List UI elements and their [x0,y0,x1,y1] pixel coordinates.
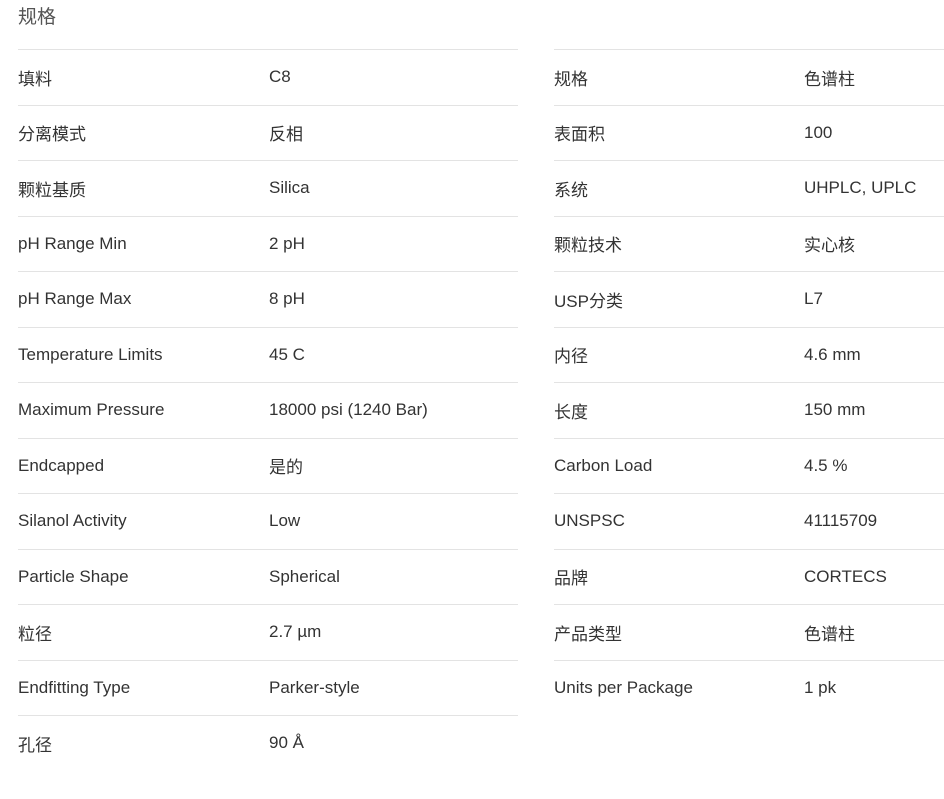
spec-value: CORTECS [804,566,887,586]
spec-value: Silica [269,178,310,198]
section-title: 规格 [18,6,57,28]
spec-value: 41115709 [804,511,878,531]
spec-row-silanol-activity: Silanol Activity Low [18,493,518,549]
spec-row-particle-substrate: 颗粒基质 Silica [18,160,518,216]
spec-row-surface-area: 表面积 100 [554,104,944,161]
spec-row-format: 规格 色谱柱 [554,49,944,105]
spec-value: 45 C [269,344,305,364]
spec-value: C8 [269,67,291,87]
spec-label: 粒径 [18,624,52,644]
spec-label: 规格 [554,69,588,89]
spec-table-left: 填料 C8 分离模式 反相 颗粒基质 Silica pH Range Min 2… [18,49,518,771]
spec-table-right: 规格 色谱柱 表面积 100 系统 UHPLC, UPLC 颗粒技术 实心核 U… [554,49,944,715]
spec-label: Temperature Limits [18,344,163,364]
spec-row-separation-mode: 分离模式 反相 [18,104,518,161]
spec-value: 8 pH [269,289,305,309]
spec-label: pH Range Max [18,289,132,309]
spec-label: Carbon Load [554,455,653,475]
spec-row-ph-max: pH Range Max 8 pH [18,271,518,327]
spec-row-product-type: 产品类型 色谱柱 [554,604,944,660]
spec-label: 分离模式 [18,125,86,145]
spec-row-particle-shape: Particle Shape Spherical [18,548,518,605]
spec-value: Parker-style [269,677,360,697]
spec-value: 4.5 % [804,455,848,475]
spec-value: 色谱柱 [804,69,855,89]
spec-value: 4.6 mm [804,344,861,364]
spec-row-carbon-load: Carbon Load 4.5 % [554,437,944,494]
spec-value: UHPLC, UPLC [804,178,917,198]
spec-label: 颗粒基质 [18,180,86,200]
spec-row-particle-technology: 颗粒技术 实心核 [554,215,944,272]
spec-value: L7 [804,289,823,309]
spec-label: Maximum Pressure [18,400,165,420]
spec-label: 孔径 [18,735,52,755]
spec-row-pore-size: 孔径 90 Å [18,715,518,771]
spec-row-maximum-pressure: Maximum Pressure 18000 psi (1240 Bar) [18,382,518,438]
spec-label: 品牌 [554,569,588,589]
spec-row-brand: 品牌 CORTECS [554,548,944,605]
spec-row-length: 长度 150 mm [554,382,944,438]
spec-row-inner-diameter: 内径 4.6 mm [554,326,944,383]
spec-value: 色谱柱 [804,624,855,644]
spec-label: UNSPSC [554,511,625,531]
spec-label: Silanol Activity [18,511,127,531]
spec-label: 表面积 [554,125,605,145]
spec-value: 90 Å [269,733,304,753]
spec-label: 产品类型 [554,624,622,644]
spec-value: 反相 [269,125,303,145]
spec-row-particle-size: 粒径 2.7 µm [18,604,518,660]
spec-label: USP分类 [554,291,623,311]
spec-label: pH Range Min [18,233,127,253]
spec-row-endcapped: Endcapped 是的 [18,437,518,494]
spec-label: 填料 [18,69,52,89]
spec-value: 100 [804,122,833,142]
spec-row-endfitting-type: Endfitting Type Parker-style [18,659,518,716]
spec-label: 内径 [554,347,588,367]
spec-label: Units per Package [554,677,693,697]
spec-row-usp-classification: USP分类 L7 [554,271,944,327]
spec-value: 实心核 [804,236,855,256]
spec-row-system: 系统 UHPLC, UPLC [554,160,944,216]
spec-label: 系统 [554,180,588,200]
spec-label: Particle Shape [18,566,129,586]
spec-row-temperature-limits: Temperature Limits 45 C [18,326,518,383]
spec-value: 1 pk [804,677,837,697]
spec-value: Spherical [269,566,340,586]
spec-value: 2 pH [269,233,305,253]
spec-label: 长度 [554,402,588,422]
spec-label: 颗粒技术 [554,236,622,256]
spec-row-packing: 填料 C8 [18,49,518,105]
spec-value: Low [269,511,301,531]
spec-value: 18000 psi (1240 Bar) [269,400,428,420]
spec-row-ph-min: pH Range Min 2 pH [18,215,518,272]
spec-row-units-per-package: Units per Package 1 pk [554,659,944,716]
spec-label: Endfitting Type [18,677,131,697]
spec-label: Endcapped [18,455,105,475]
spec-value: 是的 [269,458,303,478]
spec-value: 150 mm [804,400,866,420]
spec-row-unspsc: UNSPSC 41115709 [554,493,944,549]
spec-value: 2.7 µm [269,622,322,642]
